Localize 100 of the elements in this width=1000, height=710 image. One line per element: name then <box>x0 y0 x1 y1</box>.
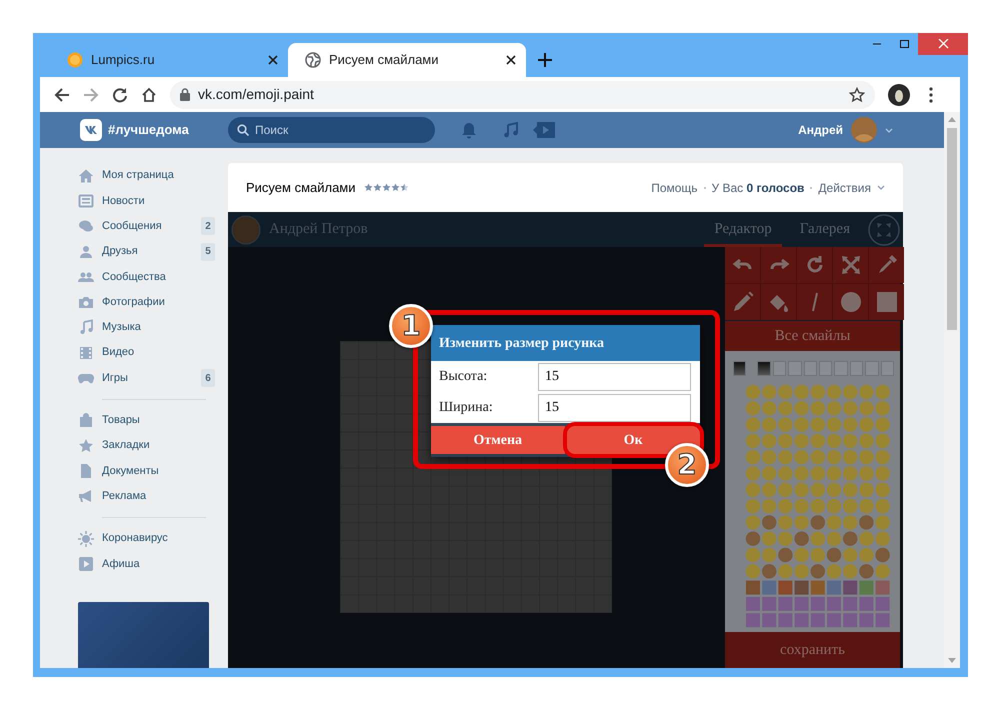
color-swatch[interactable] <box>804 361 818 376</box>
music-note-icon[interactable] <box>503 122 519 138</box>
star-icon[interactable] <box>78 438 94 454</box>
counter-badge: 6 <box>201 369 215 388</box>
circle-tool-icon[interactable] <box>838 290 862 314</box>
votes-text: У Вас 0 голосов <box>712 180 804 196</box>
dot-separator-icon <box>704 186 706 188</box>
fullscreen-icon[interactable] <box>868 214 900 246</box>
sidebar-link[interactable]: Друзья <box>102 243 193 260</box>
site-slogan[interactable]: #лучшедома <box>108 120 189 140</box>
sidebar-link[interactable]: Игры <box>102 370 193 386</box>
tab-title: Lumpics.ru <box>91 51 156 70</box>
bag-icon[interactable] <box>78 412 94 428</box>
cancel-button[interactable]: Отмена <box>431 426 564 454</box>
newspaper-icon[interactable] <box>78 192 94 209</box>
sun-icon[interactable] <box>78 530 94 546</box>
caret-icon[interactable] <box>885 128 893 132</box>
star-icon <box>382 183 391 192</box>
dialog-title: Изменить размер рисунка <box>431 325 700 361</box>
step-number-badge: 1 <box>389 304 433 348</box>
emoji-grid-drawing[interactable] <box>745 384 891 629</box>
close-icon[interactable] <box>506 55 516 65</box>
dot-separator-icon <box>810 186 812 188</box>
field-label: Высота: <box>439 368 488 386</box>
sidebar-link[interactable]: Товары <box>102 412 215 429</box>
bookmark-star-icon[interactable] <box>849 86 865 102</box>
sidebar-link[interactable]: Коронавирус <box>102 530 215 547</box>
sidebar-link[interactable]: Новости <box>102 192 215 210</box>
music-note-icon[interactable] <box>78 319 94 336</box>
close-icon[interactable] <box>268 55 278 65</box>
document-icon[interactable] <box>78 462 94 479</box>
browser-tab[interactable]: Lumpics.ru <box>50 43 288 77</box>
reload-icon[interactable] <box>112 86 128 102</box>
new-tab-plus-icon[interactable] <box>538 53 552 67</box>
forward-arrow-icon[interactable] <box>83 86 99 102</box>
star-icon <box>390 183 400 192</box>
counter-badge: 5 <box>201 242 215 261</box>
menu-dots-icon[interactable] <box>929 86 933 102</box>
sidebar-link[interactable]: Закладки <box>102 437 215 454</box>
globe-icon <box>305 52 321 68</box>
sidebar-link[interactable]: Видео <box>102 344 215 361</box>
scrollbar-thumb[interactable] <box>947 128 957 330</box>
color-swatch[interactable] <box>880 361 894 376</box>
user-avatar[interactable] <box>851 117 877 143</box>
star-icon <box>400 183 409 192</box>
lock-icon <box>180 88 190 101</box>
sidebar-link[interactable]: Музыка <box>102 319 215 336</box>
step-number-badge: 2 <box>665 443 709 487</box>
sidebar-link[interactable]: Моя страница <box>102 167 215 184</box>
search-field[interactable]: Поиск <box>228 117 435 143</box>
number-input[interactable]: 15 <box>538 362 691 390</box>
megaphone-icon[interactable] <box>78 488 94 504</box>
camera-icon[interactable] <box>78 294 94 310</box>
user-name[interactable]: Андрей <box>798 121 843 139</box>
star-icon <box>364 183 373 192</box>
logo-icon[interactable] <box>80 119 102 141</box>
caret-icon[interactable] <box>877 185 885 190</box>
browser-tab[interactable]: Рисуем смайлами <box>288 43 526 77</box>
author-avatar <box>231 214 261 244</box>
url-text: vk.com/emoji.paint <box>198 85 315 104</box>
sidebar-link[interactable]: Фотографии <box>102 294 215 310</box>
film-icon[interactable] <box>78 344 94 361</box>
back-arrow-icon[interactable] <box>54 86 70 102</box>
color-swatch[interactable] <box>819 361 832 376</box>
maximize-icon[interactable] <box>898 39 910 49</box>
fruit-slice-icon <box>67 52 83 68</box>
sidebar-link[interactable]: Афиша <box>102 556 215 572</box>
sidebar-link[interactable]: Документы <box>102 462 215 480</box>
sidebar-link[interactable]: Сообщества <box>102 268 215 286</box>
video-play-icon[interactable] <box>533 121 555 139</box>
color-swatch[interactable] <box>772 361 786 376</box>
person-icon[interactable] <box>78 244 94 260</box>
profile-avatar[interactable] <box>888 84 910 106</box>
home-icon[interactable] <box>141 86 157 102</box>
author-name: Андрей Петров <box>269 220 368 240</box>
color-swatch[interactable] <box>733 361 746 376</box>
chat-bubbles-icon[interactable] <box>78 218 94 234</box>
color-swatch[interactable] <box>788 361 802 376</box>
field-label: Ширина: <box>439 399 494 417</box>
scroll-up-icon[interactable] <box>948 116 956 122</box>
search-icon <box>237 124 249 136</box>
number-input[interactable]: 15 <box>538 394 691 422</box>
close-window-button[interactable] <box>918 33 968 55</box>
ok-button[interactable]: Ок <box>566 426 700 454</box>
address-bar[interactable]: vk.com/emoji.paint <box>170 80 875 108</box>
advertisement-image[interactable] <box>78 602 209 668</box>
app-title: Рисуем смайлами <box>246 178 356 197</box>
color-swatch[interactable] <box>834 361 848 376</box>
sidebar-link[interactable]: Реклама <box>102 488 215 504</box>
color-swatch[interactable] <box>757 361 771 376</box>
bell-icon[interactable] <box>461 122 477 138</box>
play-icon[interactable] <box>78 556 94 572</box>
color-swatch[interactable] <box>850 361 864 376</box>
tab-title: Рисуем смайлами <box>329 51 440 70</box>
scroll-down-icon[interactable] <box>948 658 956 664</box>
square-tool-icon[interactable] <box>874 290 898 314</box>
header-link[interactable]: Действия <box>818 178 871 196</box>
color-swatch[interactable] <box>865 361 879 376</box>
header-link[interactable]: Помощь <box>651 178 698 196</box>
sidebar-link[interactable]: Сообщения <box>102 218 193 234</box>
